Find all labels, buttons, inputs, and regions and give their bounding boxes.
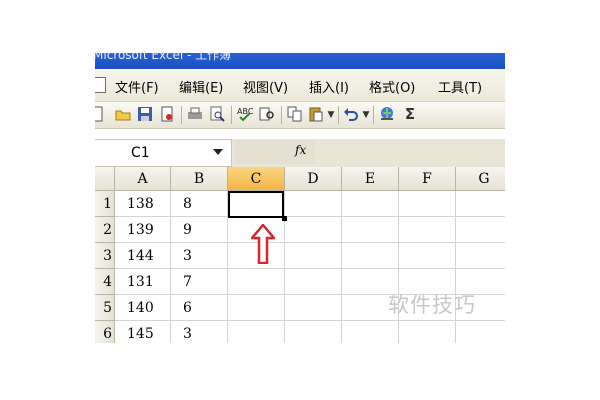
column-header-c[interactable]: C (228, 167, 285, 191)
research-icon[interactable] (259, 106, 275, 122)
column-header-g[interactable]: G (456, 167, 505, 191)
cell-a6[interactable]: 145 (115, 321, 171, 343)
undo-dropdown-icon[interactable]: ▼ (361, 107, 371, 123)
cell-g2[interactable] (456, 217, 505, 243)
cell-a2[interactable]: 139 (115, 217, 171, 243)
menu-tools[interactable]: 工具(T) (438, 77, 482, 96)
menu-edit[interactable]: 编辑(E) (179, 77, 223, 96)
toolbar-separator (338, 106, 339, 124)
cell-d5[interactable] (285, 295, 342, 321)
toolbar-separator (181, 106, 182, 124)
menu-format[interactable]: 格式(O) (369, 77, 415, 96)
select-all-corner[interactable] (95, 167, 115, 191)
menu-file[interactable]: 文件(F) (115, 77, 159, 96)
row-header-2[interactable]: 2 (95, 217, 115, 243)
cell-d3[interactable] (285, 243, 342, 269)
name-box-dropdown-icon[interactable] (213, 149, 223, 155)
window-title: Microsoft Excel - 工作簿 (95, 53, 232, 62)
spelling-icon[interactable]: ABC (237, 106, 254, 122)
cell-c5[interactable] (228, 295, 285, 321)
cell-e6[interactable] (342, 321, 399, 343)
cell-a1[interactable]: 138 (115, 191, 171, 217)
column-header-d[interactable]: D (285, 167, 342, 191)
cell-d6[interactable] (285, 321, 342, 343)
cell-f6[interactable] (399, 321, 456, 343)
print-icon[interactable] (187, 106, 203, 122)
row-header-5[interactable]: 5 (95, 295, 115, 321)
column-header-f[interactable]: F (399, 167, 456, 191)
cell-b4[interactable]: 7 (171, 269, 228, 295)
cell-g6[interactable] (456, 321, 505, 343)
cell-d4[interactable] (285, 269, 342, 295)
cell-d1[interactable] (285, 191, 342, 217)
name-box-value: C1 (131, 145, 150, 161)
new-icon[interactable] (95, 106, 105, 122)
red-up-arrow-annotation (249, 223, 277, 265)
cell-e2[interactable] (342, 217, 399, 243)
autosum-icon[interactable]: Σ (402, 106, 418, 122)
column-header-a[interactable]: A (115, 167, 171, 191)
paste-icon[interactable] (308, 106, 324, 122)
toolbar-separator (281, 106, 282, 124)
cell-e3[interactable] (342, 243, 399, 269)
cell-b6[interactable]: 3 (171, 321, 228, 343)
formula-bar: C1 fx (95, 139, 505, 167)
row-header-4[interactable]: 4 (95, 269, 115, 295)
row-header-3[interactable]: 3 (95, 243, 115, 269)
undo-icon[interactable] (343, 106, 359, 122)
cell-b5[interactable]: 6 (171, 295, 228, 321)
cell-f1[interactable] (399, 191, 456, 217)
menu-view[interactable]: 视图(V) (243, 77, 288, 96)
paste-dropdown-icon[interactable]: ▼ (326, 107, 336, 123)
hyperlink-icon[interactable] (379, 106, 395, 122)
fx-icon: fx (295, 143, 307, 157)
cell-g1[interactable] (456, 191, 505, 217)
toolbar-separator (231, 106, 232, 124)
cell-d2[interactable] (285, 217, 342, 243)
insert-function-button[interactable]: fx (235, 140, 315, 164)
toolbar-separator (373, 106, 374, 124)
selected-cell-border (228, 191, 284, 218)
cell-c4[interactable] (228, 269, 285, 295)
fill-handle[interactable] (282, 216, 287, 221)
cell-a3[interactable]: 144 (115, 243, 171, 269)
title-bar: Microsoft Excel - 工作簿 (95, 53, 505, 69)
row-header-6[interactable]: 6 (95, 321, 115, 343)
column-header-e[interactable]: E (342, 167, 399, 191)
watermark: 软件技巧 (388, 293, 476, 317)
permission-icon[interactable] (159, 106, 175, 122)
row-header-1[interactable]: 1 (95, 191, 115, 217)
print-preview-icon[interactable] (209, 106, 225, 122)
cell-c6[interactable] (228, 321, 285, 343)
standard-toolbar: ABC ▼ ▼ Σ (95, 102, 505, 129)
column-header-b[interactable]: B (171, 167, 228, 191)
save-icon[interactable] (137, 106, 153, 122)
menu-bar: 文件(F) 编辑(E) 视图(V) 插入(I) 格式(O) 工具(T) (95, 69, 505, 102)
cell-b3[interactable]: 3 (171, 243, 228, 269)
copy-icon[interactable] (287, 106, 303, 122)
cell-b1[interactable]: 8 (171, 191, 228, 217)
cell-e1[interactable] (342, 191, 399, 217)
cell-a5[interactable]: 140 (115, 295, 171, 321)
name-box[interactable]: C1 (95, 139, 232, 167)
menu-insert[interactable]: 插入(I) (309, 77, 349, 96)
document-icon[interactable] (95, 77, 106, 93)
svg-text:ABC: ABC (237, 107, 253, 116)
cell-g3[interactable] (456, 243, 505, 269)
cell-f3[interactable] (399, 243, 456, 269)
cell-a4[interactable]: 131 (115, 269, 171, 295)
cell-f2[interactable] (399, 217, 456, 243)
open-icon[interactable] (115, 106, 131, 122)
cell-b2[interactable]: 9 (171, 217, 228, 243)
